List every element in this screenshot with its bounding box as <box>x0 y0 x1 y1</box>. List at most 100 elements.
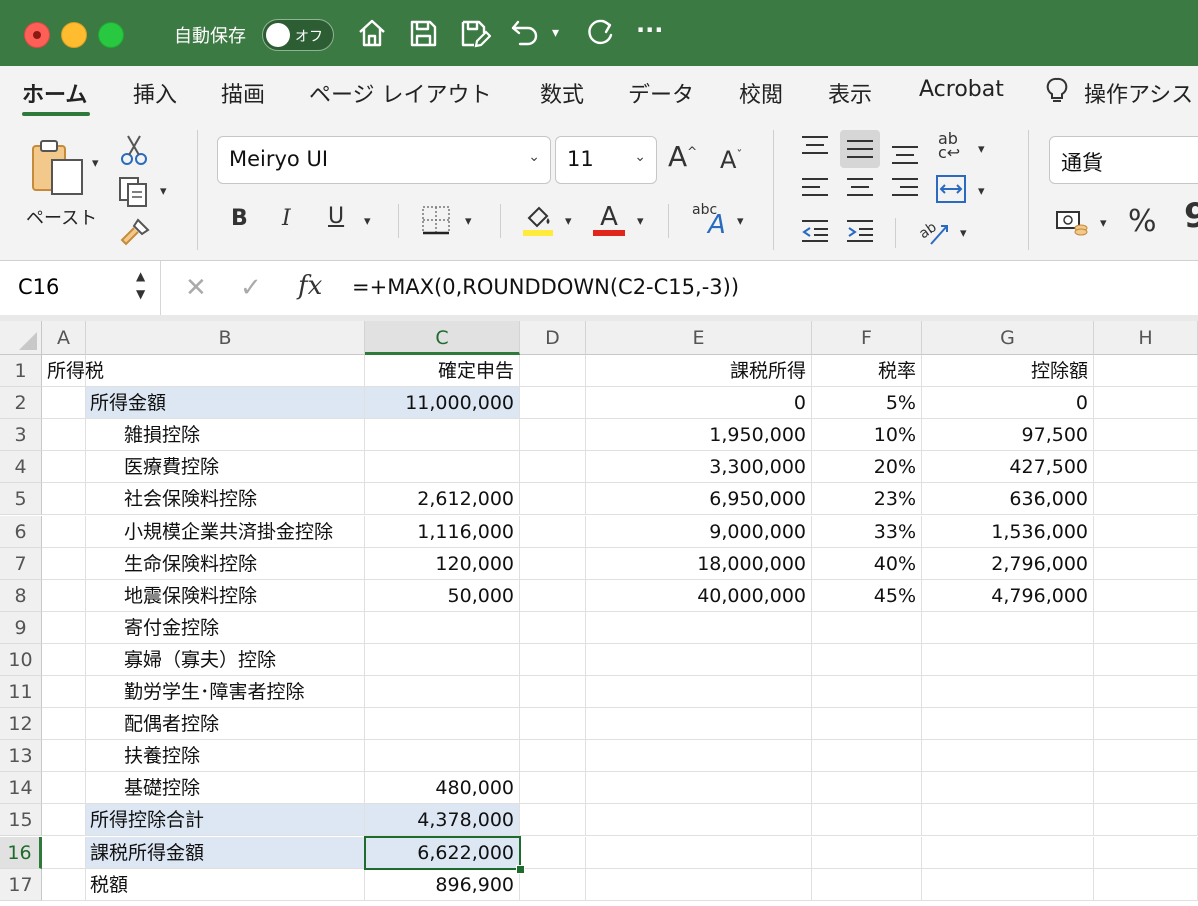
paste-dropdown-icon[interactable]: ▾ <box>92 156 99 171</box>
cell-b17[interactable]: 税額 <box>86 868 365 901</box>
fill-color-icon[interactable] <box>521 202 555 238</box>
font-color-dropdown-icon[interactable]: ▾ <box>637 214 644 229</box>
cell-c10[interactable] <box>365 643 520 676</box>
save-icon[interactable] <box>406 16 440 50</box>
cell-h5[interactable] <box>1094 483 1198 516</box>
row-header-9[interactable]: 9 <box>0 611 42 644</box>
cell-d13[interactable] <box>520 740 586 773</box>
cell-f10[interactable] <box>812 643 922 676</box>
cell-c13[interactable] <box>365 740 520 773</box>
fill-handle[interactable] <box>516 864 525 874</box>
name-box-stepper-icon[interactable]: ▲ ▼ <box>136 267 145 303</box>
tab-view[interactable]: 表示 <box>828 77 872 109</box>
cell-a12[interactable] <box>42 708 86 741</box>
cell-g16[interactable] <box>922 836 1094 869</box>
cell-d16[interactable] <box>520 836 586 869</box>
cell-h15[interactable] <box>1094 804 1198 837</box>
cell-h10[interactable] <box>1094 643 1198 676</box>
cell-e6[interactable]: 9,000,000 <box>586 515 812 548</box>
cell-h9[interactable] <box>1094 611 1198 644</box>
underline-dropdown-icon[interactable]: ▾ <box>364 214 371 229</box>
cell-d5[interactable] <box>520 483 586 516</box>
cell-e11[interactable] <box>586 676 812 709</box>
bold-button[interactable]: B <box>231 206 248 231</box>
row-header-16[interactable]: 16 <box>0 836 42 869</box>
cell-g17[interactable] <box>922 868 1094 901</box>
cell-e12[interactable] <box>586 708 812 741</box>
cell-d10[interactable] <box>520 643 586 676</box>
copy-icon[interactable] <box>118 176 152 208</box>
number-format-dropdown[interactable]: 通貨 <box>1049 136 1198 184</box>
cell-e16[interactable] <box>586 836 812 869</box>
edit-save-icon[interactable] <box>457 16 492 50</box>
align-middle-button[interactable] <box>840 130 880 168</box>
cell-b1[interactable] <box>86 355 365 388</box>
cell-g6[interactable]: 1,536,000 <box>922 515 1094 548</box>
row-header-11[interactable]: 11 <box>0 676 42 709</box>
row-header-1[interactable]: 1 <box>0 355 42 388</box>
formula-input[interactable]: =+MAX(0,ROUNDDOWN(C2-C15,-3)) <box>352 275 739 299</box>
cell-f13[interactable] <box>812 740 922 773</box>
column-header-f[interactable]: F <box>812 321 922 355</box>
cell-f3[interactable]: 10% <box>812 419 922 452</box>
cell-g11[interactable] <box>922 676 1094 709</box>
cell-f2[interactable]: 5% <box>812 387 922 420</box>
cell-b2[interactable]: 所得金額 <box>86 387 365 420</box>
paste-icon[interactable] <box>30 138 86 196</box>
cell-a9[interactable] <box>42 611 86 644</box>
italic-button[interactable]: I <box>282 206 291 231</box>
cell-b12[interactable]: 配偶者控除 <box>86 708 365 741</box>
cell-f11[interactable] <box>812 676 922 709</box>
tab-formulas[interactable]: 数式 <box>540 77 584 109</box>
cell-c16[interactable]: 6,622,000 <box>365 836 520 869</box>
underline-button[interactable]: U <box>328 204 344 229</box>
row-header-2[interactable]: 2 <box>0 387 42 420</box>
cell-c4[interactable] <box>365 451 520 484</box>
phonetic-dropdown-icon[interactable]: ▾ <box>737 214 744 229</box>
cancel-entry-button[interactable]: ✕ <box>185 273 207 303</box>
cell-h11[interactable] <box>1094 676 1198 709</box>
font-color-button[interactable]: A <box>593 202 625 236</box>
row-header-4[interactable]: 4 <box>0 451 42 484</box>
cell-a15[interactable] <box>42 804 86 837</box>
column-header-d[interactable]: D <box>520 321 586 355</box>
cell-b16[interactable]: 課税所得金額 <box>86 836 365 869</box>
cell-d15[interactable] <box>520 804 586 837</box>
cell-e14[interactable] <box>586 772 812 805</box>
select-all-button[interactable] <box>0 321 42 355</box>
cell-g10[interactable] <box>922 643 1094 676</box>
cell-f1[interactable]: 税率 <box>812 355 922 388</box>
row-header-6[interactable]: 6 <box>0 515 42 548</box>
cell-b6[interactable]: 小規模企業共済掛金控除 <box>86 515 365 548</box>
increase-indent-icon[interactable] <box>845 218 875 244</box>
tab-review[interactable]: 校閲 <box>739 77 783 109</box>
minimize-window-button[interactable] <box>61 22 87 48</box>
font-name-dropdown[interactable]: Meiryo UI ⌄ <box>217 136 551 184</box>
tab-page-layout[interactable]: ページ レイアウト <box>309 77 492 109</box>
cell-g12[interactable] <box>922 708 1094 741</box>
cell-b13[interactable]: 扶養控除 <box>86 740 365 773</box>
align-right-icon[interactable] <box>890 176 920 202</box>
cell-a17[interactable] <box>42 868 86 901</box>
cell-d14[interactable] <box>520 772 586 805</box>
cell-g14[interactable] <box>922 772 1094 805</box>
row-header-17[interactable]: 17 <box>0 868 42 901</box>
cell-a13[interactable] <box>42 740 86 773</box>
cell-f4[interactable]: 20% <box>812 451 922 484</box>
column-header-b[interactable]: B <box>86 321 365 355</box>
cell-e7[interactable]: 18,000,000 <box>586 547 812 580</box>
cell-h12[interactable] <box>1094 708 1198 741</box>
row-header-13[interactable]: 13 <box>0 740 42 773</box>
cell-d4[interactable] <box>520 451 586 484</box>
tab-data[interactable]: データ <box>628 77 694 109</box>
cell-g4[interactable]: 427,500 <box>922 451 1094 484</box>
cell-d12[interactable] <box>520 708 586 741</box>
undo-dropdown-icon[interactable]: ▾ <box>552 25 559 41</box>
cell-a3[interactable] <box>42 419 86 452</box>
cell-b14[interactable]: 基礎控除 <box>86 772 365 805</box>
cell-g9[interactable] <box>922 611 1094 644</box>
cell-f16[interactable] <box>812 836 922 869</box>
cell-h17[interactable] <box>1094 868 1198 901</box>
row-header-8[interactable]: 8 <box>0 579 42 612</box>
font-size-dropdown[interactable]: 11 ⌄ <box>555 136 657 184</box>
